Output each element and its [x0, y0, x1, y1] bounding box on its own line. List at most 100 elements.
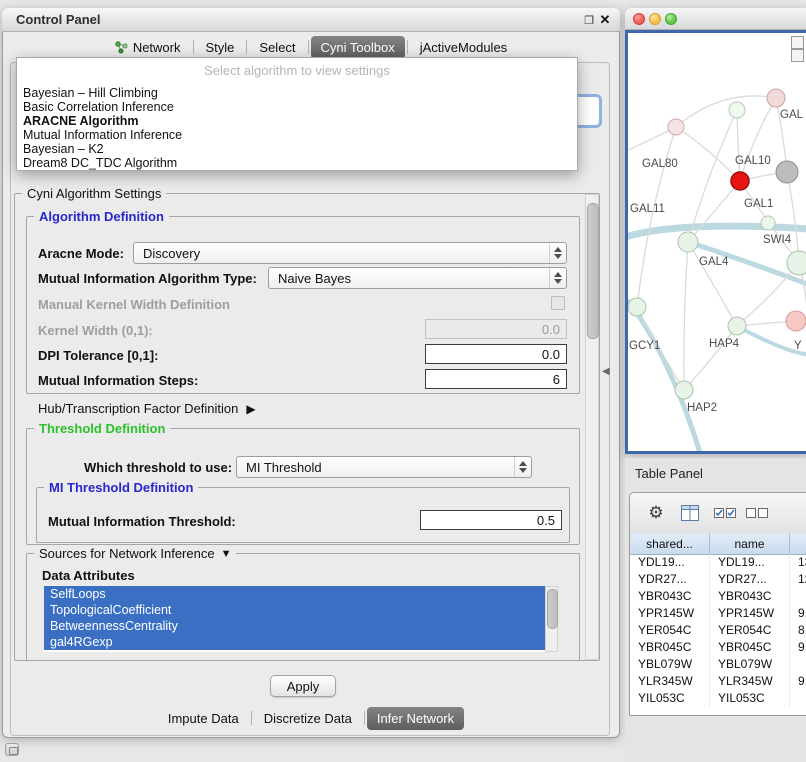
- table-row[interactable]: YDR27... YDR27... 12: [630, 571, 806, 588]
- table-row[interactable]: YPR145W YPR145W 9.: [630, 605, 806, 622]
- network-node[interactable]: [729, 102, 745, 118]
- network-node-pink[interactable]: [786, 311, 806, 331]
- minimize-traffic-light[interactable]: [649, 13, 661, 25]
- panel-splitter-arrow[interactable]: ◀: [602, 366, 610, 377]
- cell[interactable]: YDR27...: [630, 571, 710, 588]
- mi-type-select[interactable]: Naive Bayes: [268, 267, 567, 289]
- dropdown-item[interactable]: Basic Correlation Inference: [19, 100, 575, 114]
- kernel-width-field[interactable]: 0.0: [425, 319, 567, 339]
- tab-select[interactable]: Select: [249, 36, 305, 59]
- cell[interactable]: YIL053C: [710, 690, 790, 707]
- cell[interactable]: YDL19...: [710, 554, 790, 571]
- table-row[interactable]: YDL19... YDL19... 13: [630, 554, 806, 571]
- cell[interactable]: YER054C: [630, 622, 710, 639]
- scrollbar-thumb[interactable]: [587, 203, 599, 339]
- cell[interactable]: 13: [790, 554, 806, 571]
- network-node-gal10-highlighted[interactable]: [731, 172, 749, 190]
- network-canvas[interactable]: GAL80 GAL10 GAL11 GAL1 SWI4 GAL4 GCY1 HA…: [625, 30, 806, 454]
- attribute-item-selected[interactable]: gal4RGexp: [44, 634, 545, 650]
- network-node[interactable]: [767, 89, 785, 107]
- network-node-gal4[interactable]: [678, 232, 698, 252]
- network-node-gray[interactable]: [776, 161, 798, 183]
- cell[interactable]: 8.: [790, 622, 806, 639]
- table-row[interactable]: YLR345W YLR345W 9.: [630, 673, 806, 690]
- dropdown-item[interactable]: Bayesian – K2: [19, 142, 575, 156]
- tab-jactivemodules[interactable]: jActiveModules: [410, 36, 517, 59]
- cell[interactable]: [790, 690, 806, 707]
- cell[interactable]: 9.: [790, 605, 806, 622]
- cell[interactable]: YBL079W: [710, 656, 790, 673]
- cell[interactable]: YBL079W: [630, 656, 710, 673]
- tab-cyni-toolbox[interactable]: Cyni Toolbox: [311, 36, 405, 59]
- cell[interactable]: [790, 588, 806, 605]
- network-overlay-button[interactable]: [791, 36, 804, 49]
- cell[interactable]: YLR345W: [710, 673, 790, 690]
- gear-icon[interactable]: ⚙: [646, 503, 666, 523]
- tab-infer-network[interactable]: Infer Network: [367, 707, 464, 730]
- attribute-item-selected[interactable]: TopologicalCoefficient: [44, 602, 545, 618]
- cell[interactable]: YBR045C: [710, 639, 790, 656]
- network-node[interactable]: [628, 298, 646, 316]
- network-node-swi4[interactable]: [787, 251, 806, 275]
- tab-style[interactable]: Style: [196, 36, 245, 59]
- columns-icon[interactable]: [681, 505, 699, 524]
- mi-steps-field[interactable]: 6: [425, 369, 567, 389]
- cell[interactable]: YDL19...: [630, 554, 710, 571]
- scrollbar-thumb[interactable]: [547, 589, 558, 629]
- close-icon[interactable]: ✕: [598, 12, 612, 27]
- cell[interactable]: [790, 656, 806, 673]
- network-node-gal1[interactable]: [761, 216, 775, 230]
- network-node-gal80[interactable]: [668, 119, 684, 135]
- network-node-hap4[interactable]: [728, 317, 746, 335]
- collapsed-panel-icon[interactable]: [5, 743, 19, 756]
- cell[interactable]: 9.: [790, 639, 806, 656]
- tab-discretize-data[interactable]: Discretize Data: [254, 707, 362, 730]
- aracne-mode-select[interactable]: Discovery: [133, 242, 567, 264]
- dropdown-item[interactable]: Bayesian – Hill Climbing: [19, 86, 575, 100]
- cell[interactable]: 9.: [790, 673, 806, 690]
- column-header-name[interactable]: name: [710, 533, 790, 555]
- attribute-item-selected[interactable]: SelfLoops: [44, 586, 545, 602]
- algorithm-dropdown-list: Select algorithm to view settings Bayesi…: [16, 57, 578, 171]
- apply-button[interactable]: Apply: [270, 675, 336, 697]
- attribute-item-selected[interactable]: BetweennessCentrality: [44, 618, 545, 634]
- sources-toggle[interactable]: Sources for Network Inference ▼: [34, 546, 236, 561]
- which-threshold-select[interactable]: MI Threshold: [236, 456, 532, 478]
- network-node-hap2[interactable]: [675, 381, 693, 399]
- close-traffic-light[interactable]: [633, 13, 645, 25]
- column-header-shared-name[interactable]: shared...: [630, 533, 710, 555]
- float-window-icon[interactable]: ❐: [582, 13, 596, 27]
- table-row[interactable]: YBR043C YBR043C: [630, 588, 806, 605]
- column-header-clipped[interactable]: [790, 533, 806, 555]
- zoom-traffic-light[interactable]: [665, 13, 677, 25]
- mi-threshold-field[interactable]: 0.5: [420, 510, 562, 530]
- tab-impute-data[interactable]: Impute Data: [158, 707, 249, 730]
- cell[interactable]: YPR145W: [710, 605, 790, 622]
- manual-kernel-checkbox[interactable]: [551, 296, 565, 310]
- cell[interactable]: YBR043C: [710, 588, 790, 605]
- cell[interactable]: YBR043C: [630, 588, 710, 605]
- select-all-checks-icon[interactable]: [714, 507, 736, 522]
- dropdown-item-selected[interactable]: ARACNE Algorithm: [19, 114, 575, 128]
- attribute-list-scrollbar[interactable]: [545, 586, 558, 652]
- settings-scrollbar[interactable]: [585, 194, 599, 660]
- table-row[interactable]: YBL079W YBL079W: [630, 656, 806, 673]
- table-row[interactable]: YBR045C YBR045C 9.: [630, 639, 806, 656]
- dropdown-items: Bayesian – Hill Climbing Basic Correlati…: [19, 86, 575, 170]
- hub-definition-toggle[interactable]: Hub/Transcription Factor Definition ▶: [38, 401, 256, 416]
- cell[interactable]: YLR345W: [630, 673, 710, 690]
- dropdown-item[interactable]: Dream8 DC_TDC Algorithm: [19, 156, 575, 170]
- tab-network[interactable]: Network: [105, 36, 191, 59]
- dpi-tolerance-field[interactable]: 0.0: [425, 344, 567, 364]
- cell[interactable]: YPR145W: [630, 605, 710, 622]
- cell[interactable]: YIL053C: [630, 690, 710, 707]
- table-row[interactable]: YIL053C YIL053C: [630, 690, 806, 707]
- dropdown-item[interactable]: Mutual Information Inference: [19, 128, 575, 142]
- cell[interactable]: YDR27...: [710, 571, 790, 588]
- cell[interactable]: 12: [790, 571, 806, 588]
- network-overlay-button[interactable]: [791, 49, 804, 62]
- cell[interactable]: YER054C: [710, 622, 790, 639]
- table-row[interactable]: YER054C YER054C 8.: [630, 622, 806, 639]
- deselect-all-checks-icon[interactable]: [746, 507, 768, 522]
- cell[interactable]: YBR045C: [630, 639, 710, 656]
